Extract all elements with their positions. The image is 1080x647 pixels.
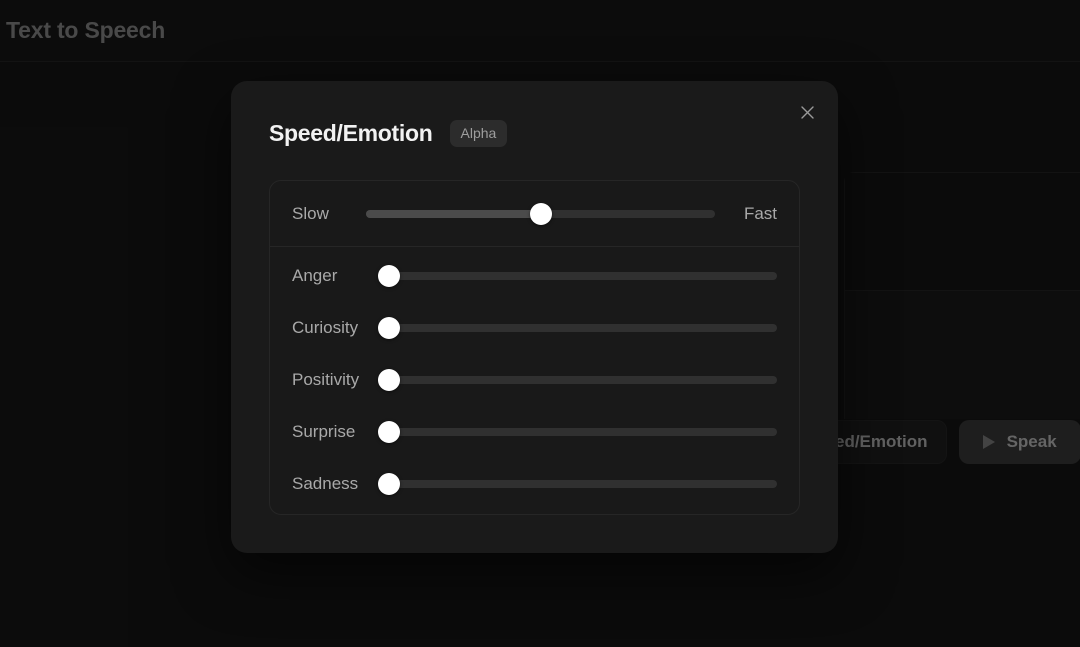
emotion-row-surprise: Surprise	[292, 421, 777, 443]
dialog-header: Speed/Emotion Alpha	[269, 120, 508, 147]
speed-slider-fill	[366, 209, 541, 218]
emotion-row-curiosity: Curiosity	[292, 317, 777, 339]
emotion-slider-curiosity[interactable]	[378, 317, 777, 339]
emotion-slider-thumb[interactable]	[378, 317, 400, 339]
emotion-slider-surprise[interactable]	[378, 421, 777, 443]
speed-slider-row: Slow Fast	[270, 181, 799, 247]
emotion-row-sadness: Sadness	[292, 473, 777, 495]
dialog-title: Speed/Emotion	[269, 120, 433, 146]
emotion-row-positivity: Positivity	[292, 369, 777, 391]
close-button[interactable]	[790, 95, 824, 129]
speed-slider[interactable]	[366, 202, 715, 225]
speed-slider-thumb[interactable]	[529, 202, 552, 225]
emotion-slider-positivity[interactable]	[378, 369, 777, 391]
close-icon	[800, 105, 814, 119]
speed-fast-label: Fast	[743, 203, 777, 223]
emotion-slider-thumb[interactable]	[378, 369, 400, 391]
emotion-slider-list: Anger Curiosity Positivity Surprise Sadn…	[270, 247, 799, 509]
emotion-slider-track	[389, 324, 777, 332]
speed-slow-label: Slow	[292, 203, 329, 223]
alpha-badge: Alpha	[449, 120, 508, 147]
emotion-slider-thumb[interactable]	[378, 265, 400, 287]
emotion-slider-track	[389, 272, 777, 280]
emotion-slider-thumb[interactable]	[378, 473, 400, 495]
emotion-label: Surprise	[292, 422, 356, 441]
emotion-slider-anger[interactable]	[378, 265, 777, 287]
emotion-slider-thumb[interactable]	[378, 421, 400, 443]
emotion-label: Positivity	[292, 370, 360, 389]
emotion-row-anger: Anger	[292, 265, 777, 287]
emotion-label: Anger	[292, 266, 338, 285]
emotion-slider-track	[389, 428, 777, 436]
emotion-slider-track	[389, 480, 777, 488]
emotion-slider-sadness[interactable]	[378, 473, 777, 495]
emotion-label: Curiosity	[292, 318, 359, 337]
emotion-slider-track	[389, 376, 777, 384]
speed-emotion-dialog: Speed/Emotion Alpha Slow Fast Anger Curi…	[231, 81, 838, 553]
controls-panel: Slow Fast Anger Curiosity Positivity Sur…	[269, 180, 800, 515]
emotion-label: Sadness	[292, 474, 359, 493]
